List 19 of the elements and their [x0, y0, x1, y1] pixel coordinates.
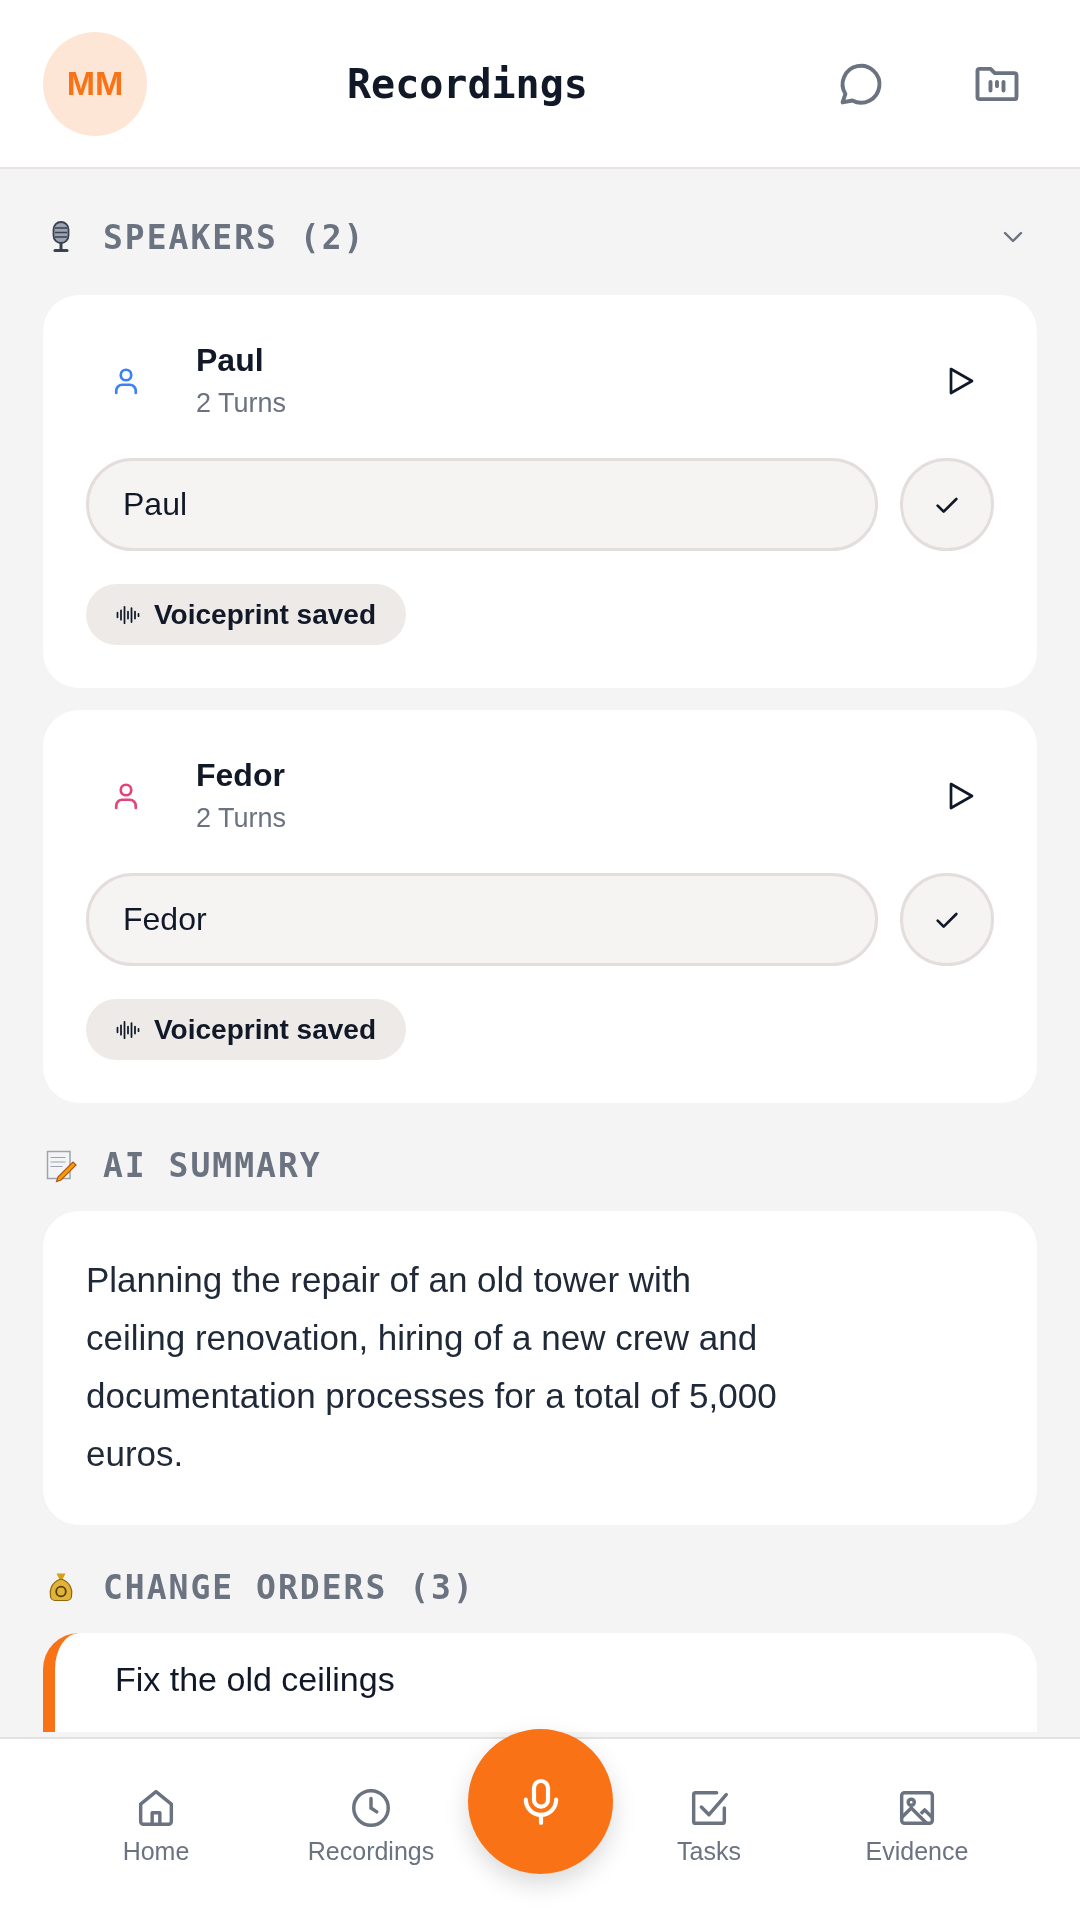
- speaker-name: Fedor: [196, 756, 286, 794]
- section-heading: SPEAKERS (2): [103, 217, 366, 257]
- nav-tab[interactable]: Tasks: [609, 1785, 809, 1866]
- badge-label: Voiceprint saved: [154, 598, 376, 631]
- speaker-name: Paul: [196, 341, 265, 379]
- nav-tab[interactable]: Home: [56, 1785, 256, 1866]
- turn-count: 2 Turns: [196, 802, 287, 835]
- page-title: Recordings: [347, 60, 588, 107]
- turn-count: 2 Turns: [196, 387, 287, 420]
- change-order-card[interactable]: Fix the old ceilings: [43, 1633, 1037, 1732]
- badge-label: Voiceprint saved: [154, 1013, 376, 1046]
- nav-tab[interactable]: Evidence: [817, 1785, 1017, 1866]
- section-heading: CHANGE ORDERS (3): [103, 1567, 475, 1607]
- name-input[interactable]: Fedor: [86, 873, 878, 966]
- name-input[interactable]: Paul: [86, 458, 878, 551]
- nav-tab[interactable]: Recordings: [271, 1785, 471, 1866]
- change-order-title: Fix the old ceilings: [115, 1659, 396, 1699]
- section-heading: AI SUMMARY: [103, 1145, 322, 1185]
- summary-text: Planning the repair of an old tower with ceiling renovation, hiring of a new crew and documentation processes for a total of 5,000 euros.: [86, 1259, 778, 1475]
